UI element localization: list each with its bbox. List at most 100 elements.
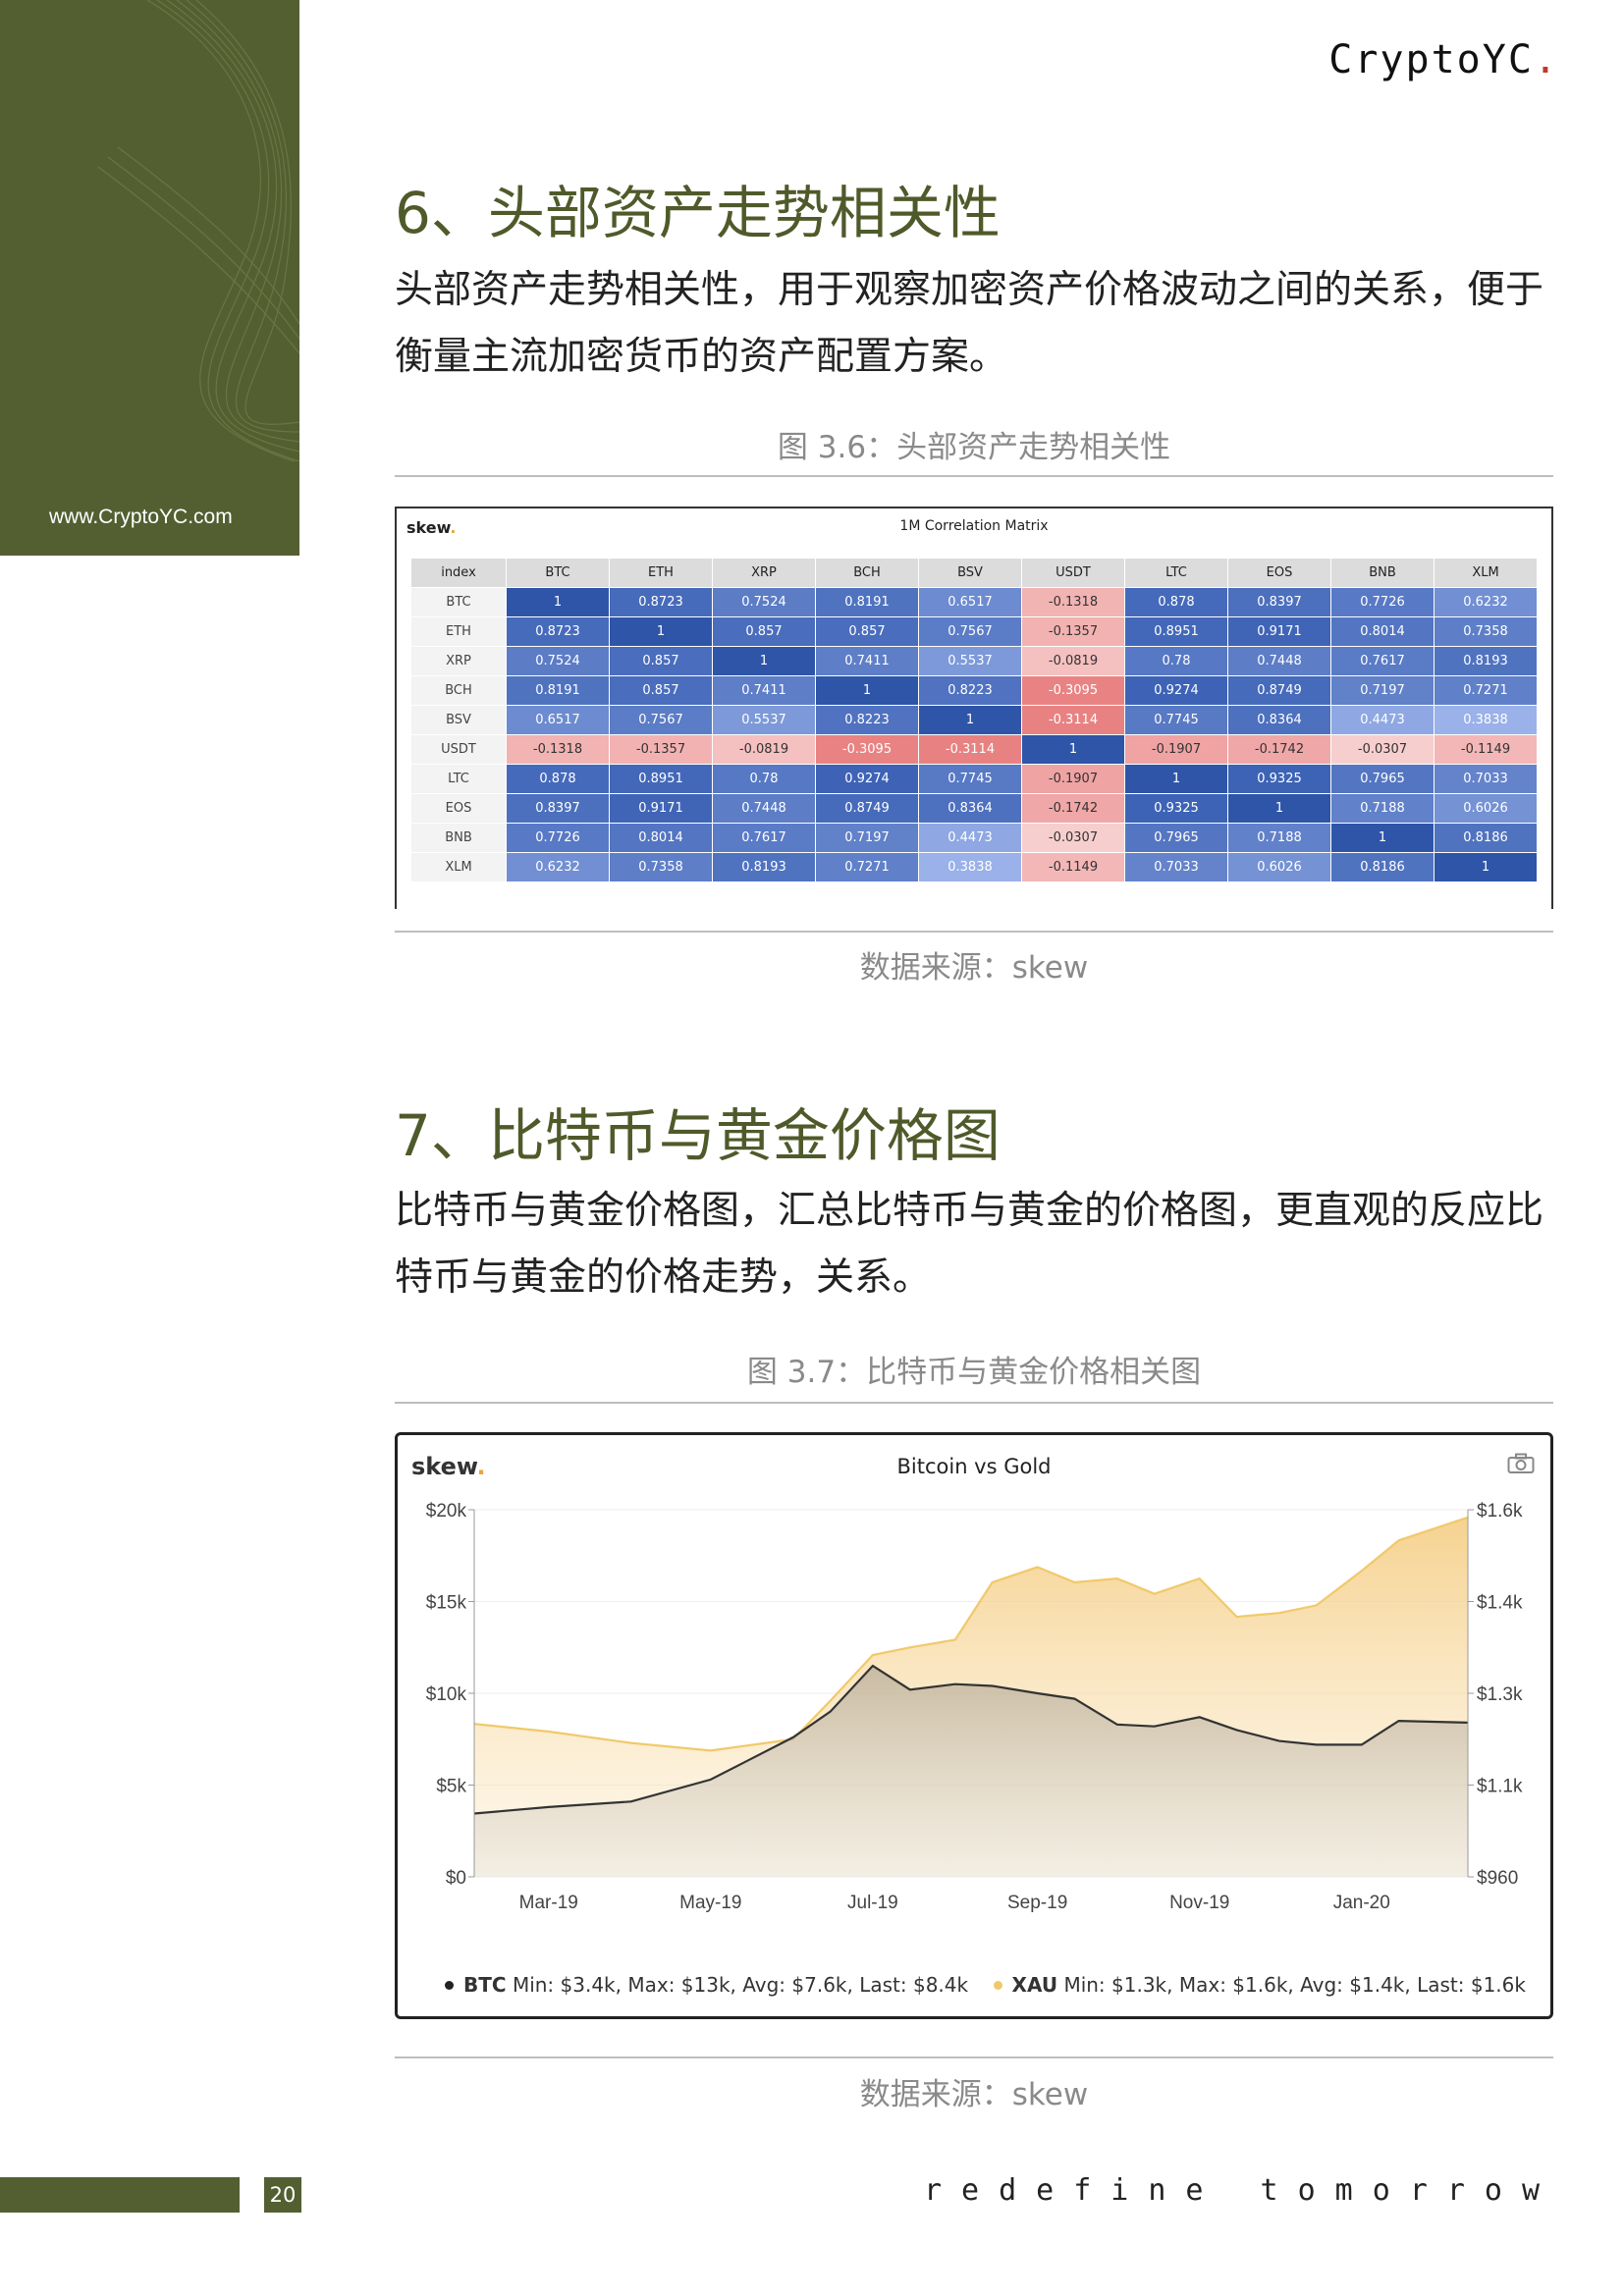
section7-line-2: 特币与黄金的价格走势，关系。 [395,1255,932,1300]
header-xrp[interactable]: XRP [713,559,815,587]
correlation-cell: 0.7745 [919,765,1021,793]
correlation-cell: 0.78 [713,765,815,793]
correlation-cell: 0.7567 [610,706,712,734]
row-label: EOS [411,794,506,823]
correlation-cell: 0.8364 [1228,706,1330,734]
figure-3-6-caption: 图 3.6：头部资产走势相关性 [777,430,1171,465]
y-right-tick-label: $1.1k [1477,1777,1523,1797]
header-eos[interactable]: EOS [1228,559,1330,587]
header-bch[interactable]: BCH [816,559,918,587]
legend-item-btc[interactable]: BTC Min: $3.4k, Max: $13k, Avg: $7.6k, L… [445,1973,968,1997]
correlation-cell: 0.6232 [1435,588,1537,616]
site-url[interactable]: www.CryptoYC.com [49,506,233,529]
correlation-cell: 0.8364 [919,794,1021,823]
row-label: BCH [411,676,506,705]
row-label: BTC [411,588,506,616]
correlation-cell: 0.6517 [507,706,609,734]
correlation-cell: 0.7358 [1435,617,1537,646]
correlation-cell: 0.9171 [610,794,712,823]
table-row: BNB 0.7726 0.8014 0.7617 0.7197 0.4473 -0.0307… [411,824,1537,852]
correlation-cell: -0.1742 [1228,735,1330,764]
correlation-cell: 1 [1331,824,1434,852]
row-label: BSV [411,706,506,734]
correlation-cell: 0.8186 [1331,853,1434,881]
header-xlm[interactable]: XLM [1435,559,1537,587]
header-eth[interactable]: ETH [610,559,712,587]
table-row: BTC 1 0.8723 0.7524 0.8191 0.6517 -0.1318 0.878… [411,588,1537,616]
correlation-cell: -0.1149 [1435,735,1537,764]
chart-legend: BTC Min: $3.4k, Max: $13k, Avg: $7.6k, L… [445,1973,1526,1997]
correlation-cell: -0.3114 [919,735,1021,764]
correlation-cell: 0.8223 [919,676,1021,705]
table-row: EOS 0.8397 0.9171 0.7448 0.8749 0.8364 -0.1742… [411,794,1537,823]
matrix-title: 1M Correlation Matrix [899,518,1049,534]
row-label: LTC [411,765,506,793]
correlation-cell: 0.9325 [1125,794,1227,823]
header-btc[interactable]: BTC [507,559,609,587]
price-plot: $0 $5k $10k $15k $20k $960 $1.1k $1.3k $1.4k $1.6… [426,1501,1523,1913]
table-row: ETH 0.8723 1 0.857 0.857 0.7567 -0.1357 0.8951 0… [411,617,1537,646]
correlation-cell: 0.7448 [713,794,815,823]
header-ltc[interactable]: LTC [1125,559,1227,587]
correlation-cell: -0.3095 [816,735,918,764]
divider [395,1402,1553,1404]
x-tick-label: Mar-19 [519,1893,578,1913]
page-number: 20 [264,2177,301,2213]
correlation-cell: 1 [610,617,712,646]
header-index[interactable]: index [411,559,506,587]
correlation-cell: 0.857 [816,617,918,646]
correlation-cell: 1 [713,647,815,675]
xau-dot-icon [993,1981,1002,1990]
correlation-cell: 0.8193 [713,853,815,881]
correlation-cell: 0.857 [610,676,712,705]
header-bsv[interactable]: BSV [919,559,1021,587]
section6-heading: 6、头部资产走势相关性 [395,180,1001,246]
x-tick-label: Nov-19 [1169,1893,1229,1913]
correlation-cell: 0.8191 [816,588,918,616]
correlation-cell: 0.8193 [1435,647,1537,675]
correlation-cell: -0.1149 [1022,853,1124,881]
correlation-cell: 0.9171 [1228,617,1330,646]
figure-3-7-caption: 图 3.7：比特币与黄金价格相关图 [746,1355,1202,1390]
correlation-cell: 0.7188 [1228,824,1330,852]
brand-logo: CryptoYC. [1328,37,1559,82]
correlation-cell: 0.7726 [1331,588,1434,616]
correlation-cell: 1 [1435,853,1537,881]
header-usdt[interactable]: USDT [1022,559,1124,587]
correlation-cell: 0.7617 [1331,647,1434,675]
correlation-cell: 0.4473 [1331,706,1434,734]
correlation-cell: 0.78 [1125,647,1227,675]
correlation-cell: 0.7358 [610,853,712,881]
figure-3-7-source: 数据来源：skew [859,2077,1089,2112]
correlation-cell: 0.7524 [713,588,815,616]
y-left-tick-label: $5k [436,1777,466,1797]
section6-line-1: 头部资产走势相关性，用于观察加密资产价格波动之间的关系，便于 [395,268,1544,312]
correlation-cell: -0.1907 [1125,735,1227,764]
correlation-cell: 0.7745 [1125,706,1227,734]
correlation-cell: 1 [816,676,918,705]
correlation-cell: 0.9325 [1228,765,1330,793]
y-right-tick-label: $1.4k [1477,1593,1523,1614]
divider [395,2056,1553,2058]
correlation-cell: -0.3114 [1022,706,1124,734]
section7-heading: 7、比特币与黄金价格图 [395,1102,1001,1169]
correlation-cell: 0.6517 [919,588,1021,616]
correlation-cell: 0.878 [1125,588,1227,616]
legend-xau-stats: Min: $1.3k, Max: $1.6k, Avg: $1.4k, Last… [1063,1973,1526,1997]
correlation-cell: 0.7197 [816,824,918,852]
correlation-cell: 0.8014 [1331,617,1434,646]
correlation-cell: 0.7965 [1331,765,1434,793]
correlation-cell: 0.857 [713,617,815,646]
correlation-cell: 0.3838 [919,853,1021,881]
legend-item-xau[interactable]: XAU Min: $1.3k, Max: $1.6k, Avg: $1.4k, … [993,1973,1526,1997]
header-bnb[interactable]: BNB [1331,559,1434,587]
x-tick-label: Jul-19 [847,1893,898,1913]
btc-dot-icon [445,1981,454,1990]
footer-bar [0,2177,240,2213]
correlation-cell: 0.8397 [507,794,609,823]
row-label: BNB [411,824,506,852]
section7-line-1: 比特币与黄金价格图，汇总比特币与黄金的价格图，更直观的反应比 [395,1189,1544,1233]
correlation-cell: 0.8223 [816,706,918,734]
row-label: XRP [411,647,506,675]
correlation-cell: 0.7188 [1331,794,1434,823]
